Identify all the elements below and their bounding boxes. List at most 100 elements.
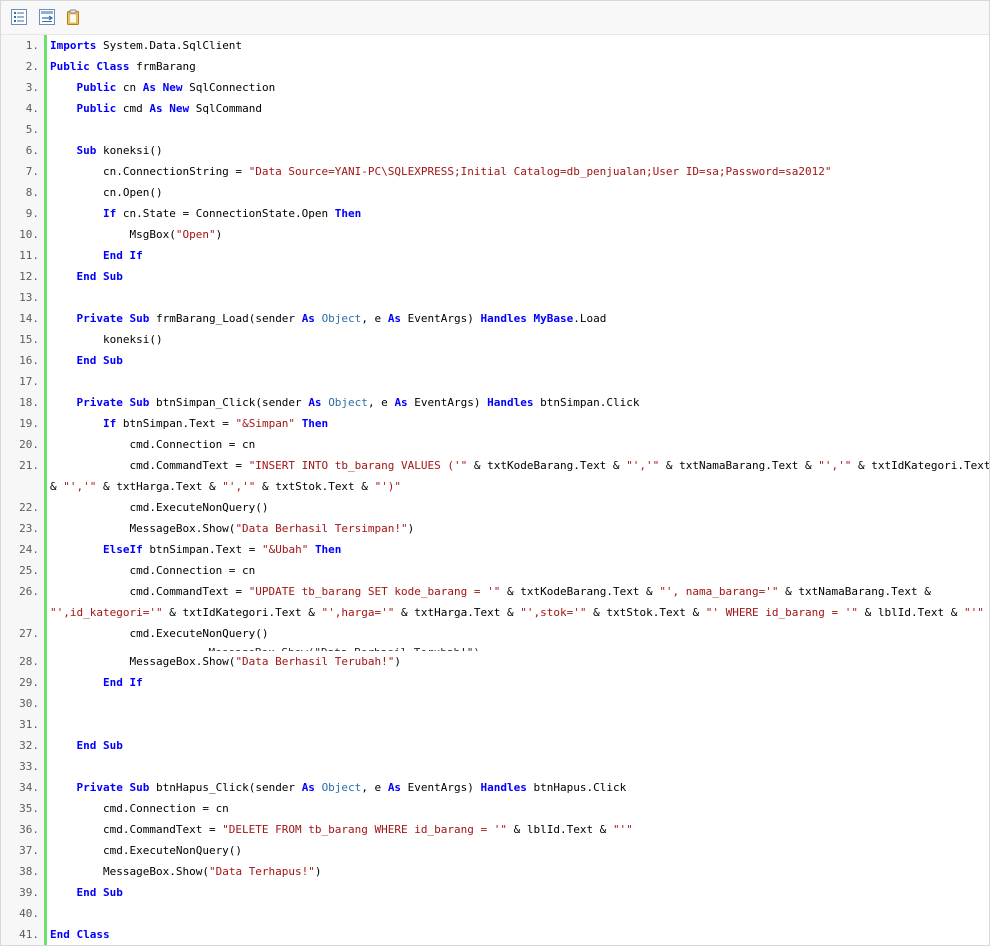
code-line: 18. Private Sub btnSimpan_Click(sender A… (1, 392, 989, 413)
line-number: 12. (19, 270, 39, 283)
keyword-token: Public (76, 102, 117, 115)
line-number: 31. (19, 718, 39, 731)
code-line: 19. If btnSimpan.Text = "&Simpan" Then (1, 413, 989, 434)
keyword-token: As (301, 312, 315, 325)
code-token: & txtHarga.Text & (96, 480, 223, 493)
code-token: cmd.ExecuteNonQuery() (50, 844, 243, 857)
keyword-token: End (50, 928, 70, 941)
line-number: 19. (19, 417, 39, 430)
keyword-token: ElseIf (102, 543, 143, 556)
keyword-token: Then (334, 207, 362, 220)
code-text: End If (50, 672, 143, 693)
string-token: "','" (818, 459, 852, 472)
type-token: Object (321, 781, 362, 794)
line-number: 25. (19, 564, 39, 577)
view-source-icon[interactable] (11, 9, 27, 25)
keyword-token: Sub (103, 739, 123, 752)
code-token: & txtHarga.Text & (394, 606, 521, 619)
code-line: 29. End If (1, 672, 989, 693)
string-token: "' WHERE id_barang = '" (705, 606, 859, 619)
type-token: Object (328, 396, 368, 409)
code-token: cmd.Connection = cn (50, 802, 229, 815)
keyword-token: As (301, 781, 315, 794)
code-text: End Sub (50, 882, 123, 903)
line-number: 32. (19, 739, 39, 752)
code-token: frmBarang (129, 60, 196, 73)
line-number: 21. (19, 459, 39, 472)
code-token: btnSimpan_Click(sender (149, 396, 309, 409)
code-line: 37. cmd.ExecuteNonQuery() (1, 840, 989, 861)
code-line: 15. koneksi() (1, 329, 989, 350)
string-token: "')" (374, 480, 402, 493)
string-token: "', nama_barang='" (659, 585, 779, 598)
keyword-token: Then (301, 417, 329, 430)
code-token: & txtIdKategori.Text (851, 459, 990, 472)
code-token: ) (215, 228, 223, 241)
code-text: MessageBox.Show("Data Berhasil Tersimpan… (50, 518, 414, 539)
code-token: & txtStok.Text & (255, 480, 375, 493)
code-text: End If (50, 245, 143, 266)
line-number: 20. (19, 438, 39, 451)
code-text: cmd.CommandText = "UPDATE tb_barang SET … (50, 581, 931, 602)
code-text: Sub koneksi() (50, 140, 163, 161)
code-line: 4. Public cmd As New SqlCommand (1, 98, 989, 119)
line-number: 10. (19, 228, 39, 241)
line-number: 18. (19, 396, 39, 409)
string-token: "DELETE FROM tb_barang WHERE id_barang =… (222, 823, 507, 836)
string-token: "'" (964, 606, 984, 619)
code-text: cmd.Connection = cn (50, 560, 255, 581)
keyword-token: As (308, 396, 322, 409)
keyword-token: Class (96, 60, 130, 73)
keyword-token: Sub (76, 144, 97, 157)
code-line: 13. (1, 287, 989, 308)
code-token: btnHapus.Click (526, 781, 627, 794)
code-line: 33. (1, 756, 989, 777)
keyword-token: As (387, 312, 402, 325)
keyword-token: Private (76, 781, 123, 794)
keyword-token: End (102, 676, 123, 689)
keyword-token: Sub (129, 781, 150, 794)
code-token: & txtNamaBarang.Text & (778, 585, 931, 598)
code-token: MessageBox.Show( (50, 655, 236, 668)
code-text: End Sub (50, 350, 123, 371)
string-token: "UPDATE tb_barang SET kode_barang = '" (248, 585, 501, 598)
string-token: "'" (612, 823, 633, 836)
string-token: "Data Terhapus!" (208, 865, 315, 878)
code-token: ) (407, 522, 415, 535)
code-token: frmBarang_Load(sender (149, 312, 302, 325)
code-text: cmd.CommandText = "INSERT INTO tb_barang… (50, 455, 990, 476)
line-number: 40. (19, 907, 39, 920)
code-token: MsgBox( (50, 228, 176, 241)
code-token: & txtStok.Text & (586, 606, 706, 619)
keyword-token: Private (76, 312, 123, 325)
code-text: End Class (50, 924, 110, 945)
line-number: 1. (25, 39, 39, 52)
code-text: If btnSimpan.Text = "&Simpan" Then (50, 413, 328, 434)
code-token: & txtKodeBarang.Text & (500, 585, 660, 598)
string-token: "','" (63, 480, 97, 493)
code-line: 28. MessageBox.Show("Data Berhasil Terub… (1, 651, 989, 672)
wrap-lines-icon[interactable] (39, 9, 55, 25)
code-token: koneksi() (50, 333, 163, 346)
copy-clipboard-icon[interactable] (65, 9, 81, 25)
code-line: 35. cmd.Connection = cn (1, 798, 989, 819)
line-number: 6. (25, 144, 39, 157)
code-line: 38. MessageBox.Show("Data Terhapus!") (1, 861, 989, 882)
string-token: "','" (222, 480, 256, 493)
code-token: EventArgs) (401, 312, 481, 325)
code-token: btnHapus_Click(sender (149, 781, 302, 794)
